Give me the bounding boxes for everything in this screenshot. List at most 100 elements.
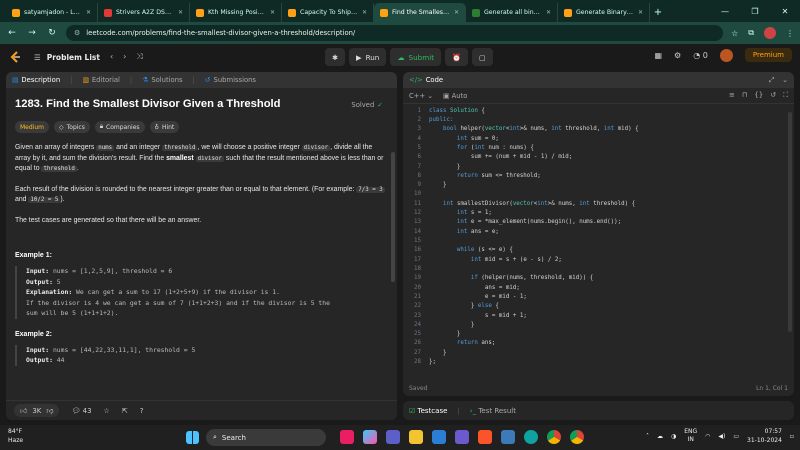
fullscreen-icon[interactable]: ⛶ — [783, 91, 788, 100]
brave-app-icon[interactable] — [478, 430, 492, 444]
streak-counter[interactable]: ◔ 0 — [693, 51, 708, 60]
layout-grid-icon[interactable]: ▦ — [654, 51, 662, 60]
code-line[interactable]: 24 } — [403, 320, 794, 329]
mode-select[interactable]: ▣ Auto — [443, 92, 467, 100]
code-line[interactable]: 1 class Solution { — [403, 106, 794, 115]
thumbs-down-icon[interactable]: 👎︎ — [46, 406, 53, 415]
user-avatar[interactable] — [719, 48, 733, 62]
forward-icon[interactable]: → — [26, 28, 38, 38]
star-icon[interactable]: ☆ — [104, 407, 110, 415]
format-icon[interactable]: ≡ — [729, 91, 735, 100]
code-line[interactable]: 7 } — [403, 162, 794, 171]
profile-avatar[interactable] — [764, 27, 776, 39]
code-line[interactable]: 22 } else { — [403, 302, 794, 311]
code-line[interactable]: 11 int smallestDivisor(vector<int>& nums… — [403, 199, 794, 208]
code-line[interactable]: 26 return ans; — [403, 339, 794, 348]
topics-tag[interactable]: ◇ Topics — [54, 121, 90, 133]
code-line[interactable]: 17 int mid = s + (e - s) / 2; — [403, 255, 794, 264]
tab-submissions[interactable]: ↺ Submissions — [205, 76, 256, 84]
editor-scrollbar[interactable] — [788, 112, 792, 332]
store-app-icon[interactable] — [432, 430, 446, 444]
expand-icon[interactable]: ⤢ — [769, 76, 774, 85]
prev-problem-icon[interactable]: ‹ — [110, 52, 113, 62]
close-icon[interactable]: ✕ — [454, 9, 459, 16]
browser-tab[interactable]: Strivers A2Z DSA Co ✕ — [98, 3, 190, 22]
ai-app-icon[interactable] — [455, 430, 469, 444]
menu-icon[interactable]: ⋮ — [786, 29, 794, 38]
submit-button[interactable]: ☁ Submit — [390, 48, 442, 66]
close-icon[interactable]: ✕ — [178, 9, 183, 16]
share-icon[interactable]: ⇱ — [122, 407, 128, 415]
reload-icon[interactable]: ↻ — [46, 28, 58, 38]
problem-list-button[interactable]: ☰ Problem List — [34, 53, 100, 62]
code-line[interactable]: 2 public: — [403, 115, 794, 124]
tab-test-result[interactable]: ›_ Test Result — [470, 407, 516, 415]
code-line[interactable]: 15 — [403, 236, 794, 245]
code-line[interactable]: 23 s = mid + 1; — [403, 311, 794, 320]
debug-button[interactable]: ✱ — [325, 48, 346, 66]
help-icon[interactable]: ? — [140, 407, 144, 415]
weather-widget[interactable]: 84°F Haze — [8, 427, 23, 445]
close-icon[interactable]: ✕ — [546, 9, 551, 16]
hint-tag[interactable]: ♁ Hint — [149, 121, 180, 133]
braces-icon[interactable]: {} — [754, 91, 763, 100]
collapse-icon[interactable]: ⌄ — [782, 76, 788, 85]
code-line[interactable]: 5 for (int num : nums) { — [403, 143, 794, 152]
next-problem-icon[interactable]: › — [123, 52, 126, 62]
edge-app-icon[interactable] — [524, 430, 538, 444]
tab-description[interactable]: ▤ Description — [12, 76, 60, 84]
browser-tab-active[interactable]: Find the Smallest Di ✕ — [374, 3, 466, 22]
timer-button[interactable]: ⏰ — [445, 48, 468, 66]
taskbar-search[interactable]: ⌕ Search — [206, 429, 326, 446]
notes-button[interactable]: ▢ — [472, 48, 493, 66]
code-line[interactable]: 21 e = mid - 1; — [403, 292, 794, 301]
wifi-icon[interactable]: ◠ — [705, 433, 710, 440]
chrome-app-icon[interactable] — [547, 430, 561, 444]
chrome-profile-app-icon[interactable] — [570, 430, 584, 444]
code-line[interactable]: 18 — [403, 264, 794, 273]
code-tab[interactable]: </> Code — [409, 76, 443, 84]
browser-tab[interactable]: satyamjadon - LeetC ✕ — [6, 3, 98, 22]
code-editor[interactable]: 1 class Solution {2 public: 3 bool helper(v… — [403, 106, 794, 378]
bookmark-star-icon[interactable]: ☆ — [731, 29, 738, 38]
close-icon[interactable]: ✕ — [362, 9, 367, 16]
extensions-icon[interactable]: ⧉ — [748, 28, 754, 38]
minimize-icon[interactable]: — — [710, 0, 740, 22]
copilot-app-icon[interactable] — [363, 430, 377, 444]
widgets-app-icon[interactable] — [340, 430, 354, 444]
close-icon[interactable]: ✕ — [638, 9, 643, 16]
snipping-app-icon[interactable] — [501, 430, 515, 444]
file-explorer-app-icon[interactable] — [409, 430, 423, 444]
tab-solutions[interactable]: ⚗ Solutions — [142, 76, 182, 84]
clock[interactable]: 07:57 31-10-2024 — [747, 427, 782, 445]
code-line[interactable]: 9 } — [403, 181, 794, 190]
description-scrollbar[interactable] — [391, 152, 395, 282]
language-indicator[interactable]: ENG IN — [684, 428, 697, 444]
browser-tab[interactable]: Kth Missing Positive ✕ — [190, 3, 282, 22]
maximize-icon[interactable]: ❐ — [740, 0, 770, 22]
code-line[interactable]: 6 sum += (num + mid - 1) / mid; — [403, 153, 794, 162]
tab-editorial[interactable]: ▥ Editorial — [82, 76, 119, 84]
back-icon[interactable]: ← — [6, 28, 18, 38]
code-line[interactable]: 3 bool helper(vector<int>& nums, int thr… — [403, 125, 794, 134]
code-line[interactable]: 25 } — [403, 330, 794, 339]
code-line[interactable]: 10 — [403, 190, 794, 199]
premium-button[interactable]: Premium — [744, 48, 792, 62]
new-tab-button[interactable]: + — [650, 3, 666, 22]
code-line[interactable]: 13 int e = *max_element(nums.begin(), nu… — [403, 218, 794, 227]
code-line[interactable]: 14 int ans = e; — [403, 227, 794, 236]
code-line[interactable]: 19 if (helper(nums, threshold, mid)) { — [403, 274, 794, 283]
tab-testcase[interactable]: ☑ Testcase — [409, 407, 447, 415]
browser-tab[interactable]: Generate all binary ✕ — [466, 3, 558, 22]
browser-tab[interactable]: Capacity To Ship Pa ✕ — [282, 3, 374, 22]
bookmark-icon[interactable]: ⊓ — [742, 91, 747, 100]
battery-icon[interactable]: ▭ — [733, 433, 739, 440]
comments-button[interactable]: 💬︎ 43 — [71, 407, 91, 415]
teams-app-icon[interactable] — [386, 430, 400, 444]
code-line[interactable]: 20 ans = mid; — [403, 283, 794, 292]
code-line[interactable]: 16 while (s <= e) { — [403, 246, 794, 255]
notifications-icon[interactable]: ▫ — [790, 433, 794, 440]
code-line[interactable]: 4 int sum = 0; — [403, 134, 794, 143]
url-input[interactable]: ⚙ leetcode.com/problems/find-the-smalles… — [66, 25, 724, 41]
chevron-up-icon[interactable]: ˄ — [646, 433, 649, 440]
